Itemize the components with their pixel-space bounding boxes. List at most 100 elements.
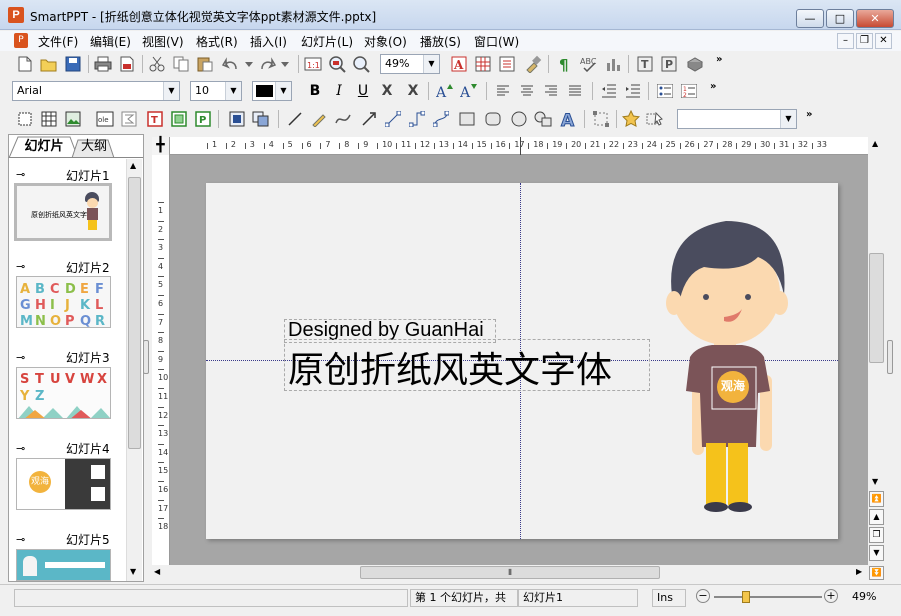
panel-splitter[interactable] — [143, 340, 149, 374]
slide-thumbnail-1[interactable]: 原创折纸风英文字体 — [14, 183, 112, 241]
strikethrough-button[interactable]: X — [378, 82, 396, 100]
insert-mode[interactable]: Ins — [652, 589, 686, 607]
panel-scrollbar[interactable]: ▲ ▼ — [126, 159, 142, 581]
zoom-page-icon[interactable] — [328, 55, 346, 73]
scroll-left-icon[interactable]: ◀ — [154, 567, 160, 576]
formula-frame-icon[interactable] — [120, 110, 138, 128]
last-slide-icon[interactable]: ⏬ — [869, 566, 884, 580]
curve-tool-icon[interactable] — [334, 110, 352, 128]
undo-icon[interactable] — [222, 55, 240, 73]
slide-thumbnail-4[interactable]: 观海 — [16, 458, 111, 510]
slide-canvas[interactable]: Designed by GuanHai 原创折纸风英文字体 观海 — [206, 183, 838, 539]
zoom-slider[interactable] — [714, 596, 822, 598]
menu-window[interactable]: 窗口(W) — [474, 33, 519, 50]
paste-icon[interactable] — [196, 55, 214, 73]
italic-button[interactable]: I — [330, 82, 348, 100]
presentation-frame-icon[interactable]: P — [194, 110, 212, 128]
table-frame-icon[interactable] — [40, 110, 58, 128]
menu-file[interactable]: 文件(F) — [38, 33, 78, 50]
mdi-close-button[interactable]: ✕ — [875, 33, 892, 49]
open-folder-icon[interactable] — [40, 55, 58, 73]
menu-insert[interactable]: 插入(I) — [250, 33, 287, 50]
list-icon[interactable] — [498, 55, 516, 73]
increase-font-icon[interactable]: A — [436, 82, 454, 100]
ruler-origin[interactable]: ╋ — [152, 137, 170, 155]
shape-frame-icon[interactable] — [170, 110, 188, 128]
menu-play[interactable]: 播放(S) — [420, 33, 461, 50]
underline-button[interactable]: U — [354, 82, 372, 100]
zoom-combo[interactable]: 49% ▼ — [380, 54, 440, 74]
connector-tool-icon[interactable] — [384, 110, 402, 128]
align-justify-icon[interactable] — [566, 82, 584, 100]
menu-edit[interactable]: 编辑(E) — [90, 33, 131, 50]
undo-dropdown-icon[interactable] — [244, 55, 254, 73]
zoom-in-button[interactable]: + — [824, 589, 838, 603]
decrease-font-icon[interactable]: A — [460, 82, 478, 100]
zoom-out-button[interactable]: − — [696, 589, 710, 603]
database-icon[interactable] — [686, 55, 704, 73]
ole-object-icon[interactable]: ole — [96, 110, 114, 128]
scroll-thumb[interactable]: ⦀ — [360, 566, 660, 579]
align-right-icon[interactable] — [542, 82, 560, 100]
menu-view[interactable]: 视图(V) — [142, 33, 184, 50]
scroll-thumb[interactable] — [869, 253, 884, 363]
format-painter-icon[interactable] — [524, 55, 542, 73]
export-pdf-icon[interactable] — [118, 55, 136, 73]
presentation-icon[interactable]: P — [660, 55, 678, 73]
menu-slide[interactable]: 幻灯片(L) — [301, 33, 353, 50]
toolbar-overflow-icon[interactable]: » — [806, 109, 812, 120]
ellipse-tool-icon[interactable] — [510, 110, 528, 128]
picture-frame-icon[interactable] — [64, 110, 82, 128]
curved-connector-icon[interactable] — [432, 110, 450, 128]
spellcheck-icon[interactable]: ABC — [580, 55, 598, 73]
actual-size-icon[interactable]: 1:1 — [304, 55, 322, 73]
canvas-vscrollbar[interactable]: ▲ ▼ ⏫ ▲ ❐ ▼ — [868, 137, 885, 565]
font-size-combo[interactable]: 10 ▼ — [190, 81, 242, 101]
slide-thumbnail-3[interactable]: STUVWX YZ — [16, 367, 111, 419]
text-frame-icon[interactable]: T — [146, 110, 164, 128]
tab-outline[interactable]: 大纲 — [74, 136, 114, 158]
toolbar-overflow-icon[interactable]: » — [710, 81, 716, 92]
copy-icon[interactable] — [172, 55, 190, 73]
zoom-icon[interactable] — [352, 55, 370, 73]
increase-indent-icon[interactable] — [624, 82, 642, 100]
object-properties-icon[interactable] — [646, 110, 664, 128]
cut-icon[interactable] — [148, 55, 166, 73]
slide-title[interactable]: 原创折纸风英文字体 — [288, 341, 612, 393]
bulleted-list-icon[interactable] — [656, 82, 674, 100]
text-color-combo[interactable]: ▼ — [252, 81, 292, 101]
shapes-tool-icon[interactable] — [534, 110, 552, 128]
rectangle-tool-icon[interactable] — [458, 110, 476, 128]
maximize-button[interactable]: □ — [826, 9, 854, 28]
menu-object[interactable]: 对象(O) — [364, 33, 407, 50]
align-left-icon[interactable] — [494, 82, 512, 100]
line-tool-icon[interactable] — [286, 110, 304, 128]
scroll-thumb[interactable] — [128, 177, 141, 449]
star-icon[interactable] — [622, 110, 640, 128]
mdi-minimize-button[interactable]: – — [837, 33, 854, 49]
scroll-down-icon[interactable]: ▼ — [872, 477, 878, 486]
copy-slide-icon[interactable]: ❐ — [869, 527, 884, 543]
font-color-icon[interactable]: A — [450, 55, 468, 73]
select-frame-icon[interactable] — [16, 110, 34, 128]
freehand-tool-icon[interactable] — [310, 110, 328, 128]
mdi-restore-button[interactable]: ❐ — [856, 33, 873, 49]
double-strikethrough-button[interactable]: X — [404, 82, 422, 100]
scroll-down-icon[interactable]: ▼ — [130, 567, 136, 576]
zoom-slider-thumb[interactable] — [741, 591, 750, 603]
right-splitter[interactable] — [887, 340, 893, 374]
text-box-icon[interactable]: T — [636, 55, 654, 73]
canvas-hscrollbar[interactable]: ◀ ⦀ ▶ — [152, 565, 868, 581]
redo-dropdown-icon[interactable] — [280, 55, 290, 73]
scroll-up-icon[interactable]: ▲ — [872, 139, 878, 148]
insert-table-icon[interactable] — [474, 55, 492, 73]
toolbar-overflow-icon[interactable]: » — [716, 54, 722, 65]
new-file-icon[interactable] — [16, 55, 34, 73]
group-icon[interactable] — [228, 110, 246, 128]
paragraph-marks-icon[interactable]: ¶ — [556, 55, 574, 73]
decrease-indent-icon[interactable] — [600, 82, 618, 100]
scroll-up-icon[interactable]: ▲ — [130, 161, 136, 170]
next-slide-icon[interactable]: ▼ — [869, 545, 884, 561]
save-icon[interactable] — [64, 55, 82, 73]
chart-icon[interactable] — [604, 55, 622, 73]
